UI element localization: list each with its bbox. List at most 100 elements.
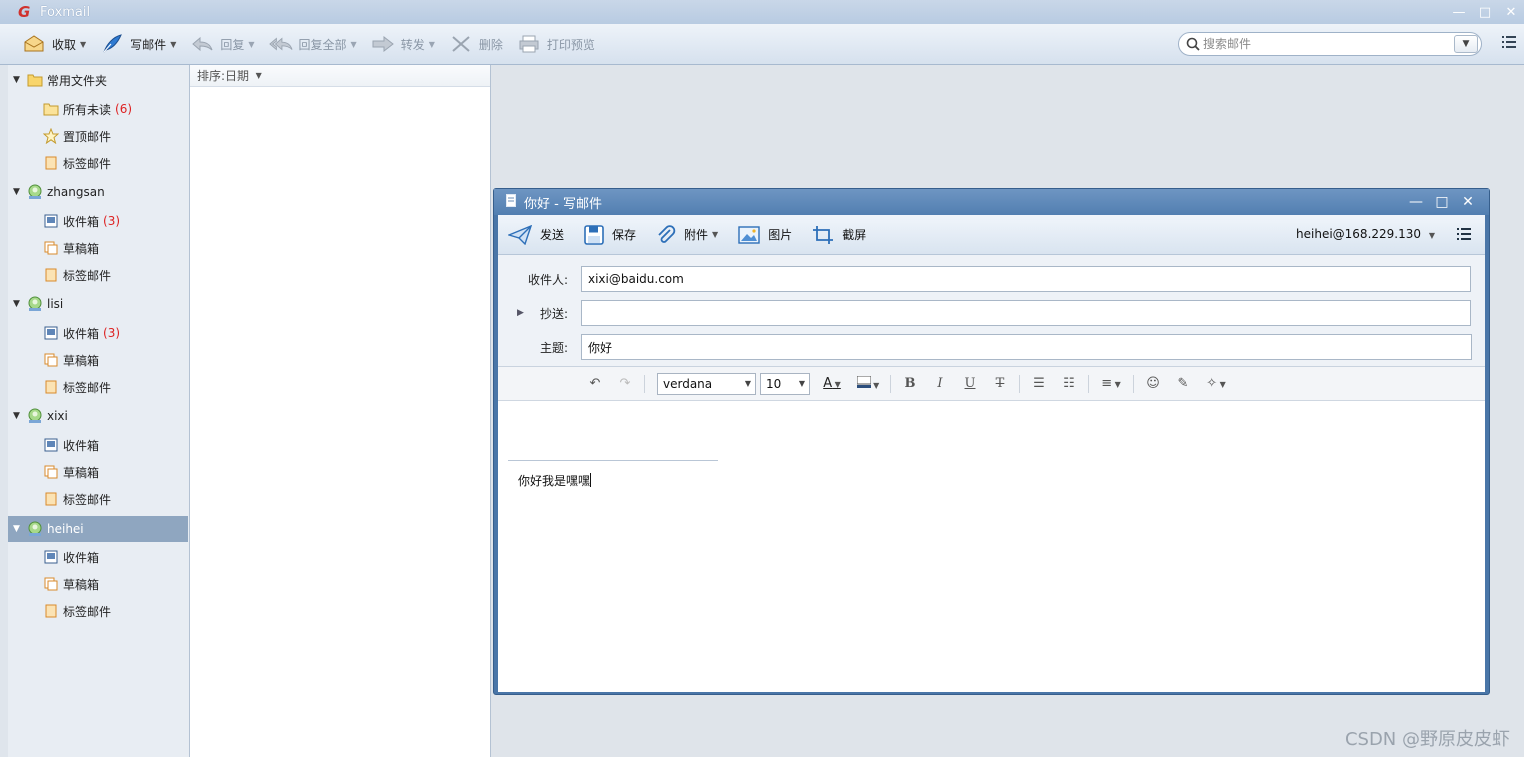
align-icon[interactable]: ≡ ▼ xyxy=(1093,376,1129,391)
compose-window-controls: — □ ✕ xyxy=(1403,189,1481,215)
sort-control[interactable]: 排序:日期 ▼ xyxy=(190,65,490,87)
strikethrough-icon[interactable]: T xyxy=(985,376,1015,391)
message-body[interactable]: 你好我是嘿嘿 xyxy=(518,472,592,489)
account-user-icon xyxy=(27,184,43,200)
folder-drafts-xixi[interactable]: 草稿箱 xyxy=(8,459,188,485)
minimize-button[interactable]: — xyxy=(1446,5,1472,20)
folder-drafts-zhangsan[interactable]: 草稿箱 xyxy=(8,235,188,261)
delete-button[interactable]: 删除 xyxy=(449,30,503,58)
folder-label: 标签邮件 xyxy=(63,380,112,395)
compose-maximize-button[interactable]: □ xyxy=(1429,194,1455,210)
underline-icon[interactable]: U xyxy=(955,376,985,391)
text-color-icon[interactable]: A ▼ xyxy=(814,376,850,391)
drafts-icon xyxy=(43,464,59,480)
print-preview-button[interactable]: 打印预览 xyxy=(517,30,595,58)
account-heihei[interactable]: ▼ heihei xyxy=(8,516,188,542)
expand-arrow-icon[interactable]: ▼ xyxy=(13,524,23,534)
insert-image-label: 图片 xyxy=(768,228,793,242)
separator xyxy=(1133,374,1134,393)
clear-format-icon[interactable]: ✎ xyxy=(1168,376,1198,391)
redo-icon[interactable]: ↷ xyxy=(610,376,640,391)
folder-drafts-heihei[interactable]: 草稿箱 xyxy=(8,571,188,597)
foxmail-app: G Foxmail — □ ✕ 收取 ▼ 写邮件 ▼ 回复 ▼ 回复全部 ▼ 转… xyxy=(0,0,1524,757)
close-button[interactable]: ✕ xyxy=(1498,5,1524,20)
chevron-down-icon[interactable]: ▼ xyxy=(80,40,86,49)
folder-all-unread[interactable]: 所有未读 (6) xyxy=(8,96,188,122)
search-options-button[interactable]: ▼ xyxy=(1454,35,1478,53)
folder-tagged-xixi[interactable]: 标签邮件 xyxy=(8,486,188,512)
insert-image-button[interactable]: 图片 xyxy=(738,225,793,244)
drafts-icon xyxy=(43,240,59,256)
expand-arrow-icon[interactable]: ▼ xyxy=(13,75,23,85)
signature-divider xyxy=(508,460,718,461)
folder-pinned[interactable]: 置顶邮件 xyxy=(8,123,188,149)
folder-tagged-lisi[interactable]: 标签邮件 xyxy=(8,374,188,400)
main-menu-icon[interactable] xyxy=(1502,36,1516,51)
folder-tree: ▼ 常用文件夹 所有未读 (6) 置顶邮件 标签邮件 ▼ zhangsan 收件… xyxy=(8,65,190,757)
account-xixi[interactable]: ▼ xixi xyxy=(8,403,188,429)
to-field[interactable] xyxy=(581,266,1471,292)
forward-label: 转发 xyxy=(400,37,425,52)
font-size-select[interactable]: 10 ▼ xyxy=(760,372,810,395)
compose-menu-icon[interactable] xyxy=(1457,228,1471,243)
reply-button[interactable]: 回复 ▼ xyxy=(190,30,255,58)
folder-label: 草稿箱 xyxy=(63,353,100,368)
folder-drafts-lisi[interactable]: 草稿箱 xyxy=(8,347,188,373)
maximize-button[interactable]: □ xyxy=(1472,5,1498,20)
compose-header-fields: 收件人: ▶ 抄送: 主题: xyxy=(498,255,1485,367)
compose-window: 你好 - 写邮件 — □ ✕ 发送 保存 附件 ▼ 图片 截屏 heihei@1… xyxy=(493,188,1490,695)
expand-arrow-icon[interactable]: ▼ xyxy=(13,187,23,197)
chevron-down-icon[interactable]: ▼ xyxy=(248,40,254,49)
search-input[interactable] xyxy=(1203,34,1453,54)
paper-plane-icon xyxy=(508,224,532,245)
italic-icon[interactable]: I xyxy=(925,376,955,391)
account-user-icon xyxy=(27,408,43,424)
folder-inbox-lisi[interactable]: 收件箱 (3) xyxy=(8,320,188,346)
bullet-list-icon[interactable]: ☰ xyxy=(1024,376,1054,391)
compose-minimize-button[interactable]: — xyxy=(1403,194,1429,210)
account-label: xixi xyxy=(47,409,68,423)
sender-account-select[interactable]: heihei@168.229.130 ▼ xyxy=(1296,227,1435,241)
undo-icon[interactable]: ↶ xyxy=(580,376,610,391)
forward-button[interactable]: 转发 ▼ xyxy=(371,30,435,58)
folder-inbox-xixi[interactable]: 收件箱 xyxy=(8,432,188,458)
font-family-select[interactable]: verdana ▼ xyxy=(657,372,756,395)
folder-tagged-zhangsan[interactable]: 标签邮件 xyxy=(8,262,188,288)
compose-button[interactable]: 写邮件 ▼ xyxy=(100,30,176,58)
screenshot-button[interactable]: 截屏 xyxy=(812,225,866,245)
folder-inbox-heihei[interactable]: 收件箱 xyxy=(8,544,188,570)
folder-label: 标签邮件 xyxy=(63,156,112,171)
chevron-down-icon[interactable]: ▼ xyxy=(170,40,176,49)
numbered-list-icon[interactable]: ☷ xyxy=(1054,376,1084,391)
bold-icon[interactable]: B xyxy=(895,376,925,391)
account-zhangsan[interactable]: ▼ zhangsan xyxy=(8,179,188,205)
chevron-down-icon[interactable]: ▼ xyxy=(351,40,357,49)
expand-arrow-icon[interactable]: ▼ xyxy=(13,411,23,421)
save-button[interactable]: 保存 xyxy=(584,224,636,245)
receive-button[interactable]: 收取 ▼ xyxy=(22,30,86,58)
highlight-color-icon[interactable]: ▼ xyxy=(850,375,886,392)
emoji-icon[interactable]: ☺ xyxy=(1138,376,1168,391)
cc-field[interactable] xyxy=(581,300,1471,326)
attach-button[interactable]: 附件 ▼ xyxy=(656,224,718,245)
magic-wand-icon[interactable]: ✧ ▼ xyxy=(1198,376,1234,391)
folder-group-common[interactable]: ▼ 常用文件夹 xyxy=(8,67,188,93)
compose-close-button[interactable]: ✕ xyxy=(1455,194,1481,210)
document-icon xyxy=(506,193,516,211)
send-button[interactable]: 发送 xyxy=(508,224,564,245)
subject-field[interactable] xyxy=(581,334,1472,360)
message-editor[interactable]: 你好我是嘿嘿 xyxy=(498,401,1485,691)
chevron-down-icon: ▼ xyxy=(744,379,751,388)
compose-title-bar[interactable]: 你好 - 写邮件 — □ ✕ xyxy=(494,189,1489,215)
bookmark-tag-icon xyxy=(43,379,59,395)
folder-tagged-heihei[interactable]: 标签邮件 xyxy=(8,598,188,624)
chevron-down-icon[interactable]: ▼ xyxy=(429,40,435,49)
expand-arrow-icon[interactable]: ▼ xyxy=(13,299,23,309)
folder-inbox-zhangsan[interactable]: 收件箱 (3) xyxy=(8,208,188,234)
reply-all-button[interactable]: 回复全部 ▼ xyxy=(268,30,357,58)
chevron-down-icon[interactable]: ▼ xyxy=(712,230,718,239)
chevron-down-icon: ▼ xyxy=(1428,231,1435,240)
account-lisi[interactable]: ▼ lisi xyxy=(8,291,188,317)
folder-tagged[interactable]: 标签邮件 xyxy=(8,150,188,176)
folder-label: 所有未读 xyxy=(63,102,112,117)
